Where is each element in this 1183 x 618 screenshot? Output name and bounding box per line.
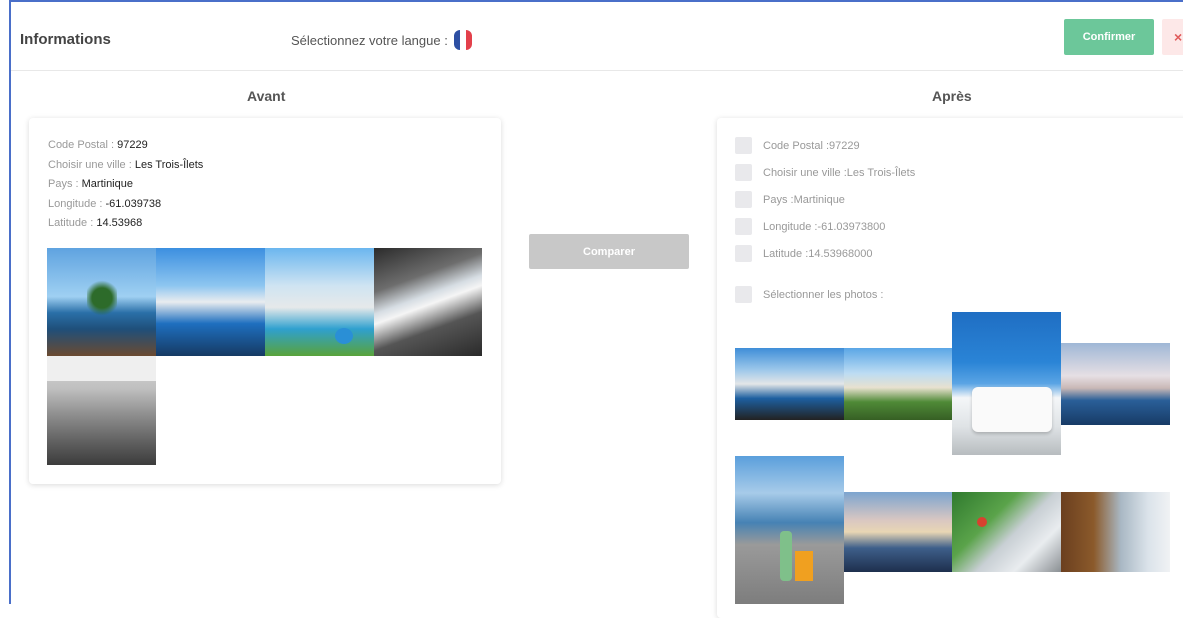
- after-photo-4: [1061, 343, 1170, 425]
- before-field-postal: Code Postal : 97229: [48, 139, 148, 151]
- after-photo-8: [1061, 492, 1170, 572]
- before-field-city: Choisir une ville : Les Trois-Îlets: [48, 158, 204, 171]
- after-row-city[interactable]: Choisir une ville :Les Trois-Îlets: [735, 164, 915, 181]
- dialog-title: Informations: [20, 31, 111, 48]
- after-row-country[interactable]: Pays :Martinique: [735, 191, 845, 208]
- after-photo-7: [952, 492, 1061, 572]
- dialog-header: Informations Sélectionnez votre langue :…: [11, 8, 1183, 71]
- after-title: Après: [932, 88, 972, 104]
- checkbox-postal[interactable]: [735, 137, 752, 154]
- before-field-longitude: Longitude : -61.039738: [48, 197, 162, 210]
- before-photo-5: [47, 356, 156, 465]
- after-row-longitude[interactable]: Longitude :-61.03973800: [735, 218, 885, 235]
- after-photo-6: [844, 492, 952, 572]
- checkbox-select-photos[interactable]: [735, 286, 752, 303]
- french-flag-icon[interactable]: [453, 30, 472, 50]
- before-field-country: Pays : Martinique: [48, 178, 133, 190]
- after-row-latitude[interactable]: Latitude :14.53968000: [735, 245, 873, 262]
- after-photo-3: [952, 312, 1061, 455]
- before-photo-3: [265, 248, 374, 356]
- after-row-postal[interactable]: Code Postal :97229: [735, 137, 860, 154]
- compare-button[interactable]: Comparer: [529, 234, 689, 269]
- checkbox-latitude[interactable]: [735, 245, 752, 262]
- before-field-latitude: Latitude : 14.53968: [48, 217, 143, 229]
- confirm-button[interactable]: Confirmer: [1064, 19, 1154, 55]
- after-photo-1: [735, 348, 844, 420]
- language-selector[interactable]: Sélectionnez votre langue :: [291, 30, 472, 50]
- before-photo-1: [47, 248, 156, 356]
- before-photo-4: [374, 248, 482, 356]
- after-photo-2: [844, 348, 952, 420]
- language-label: Sélectionnez votre langue :: [291, 32, 448, 48]
- after-row-photos[interactable]: Sélectionner les photos :: [735, 286, 883, 303]
- before-title: Avant: [247, 88, 286, 104]
- close-button[interactable]: ×: [1162, 19, 1183, 55]
- checkbox-country[interactable]: [735, 191, 752, 208]
- checkbox-longitude[interactable]: [735, 218, 752, 235]
- before-photo-2: [156, 248, 265, 356]
- checkbox-city[interactable]: [735, 164, 752, 181]
- after-photo-5: [735, 456, 844, 604]
